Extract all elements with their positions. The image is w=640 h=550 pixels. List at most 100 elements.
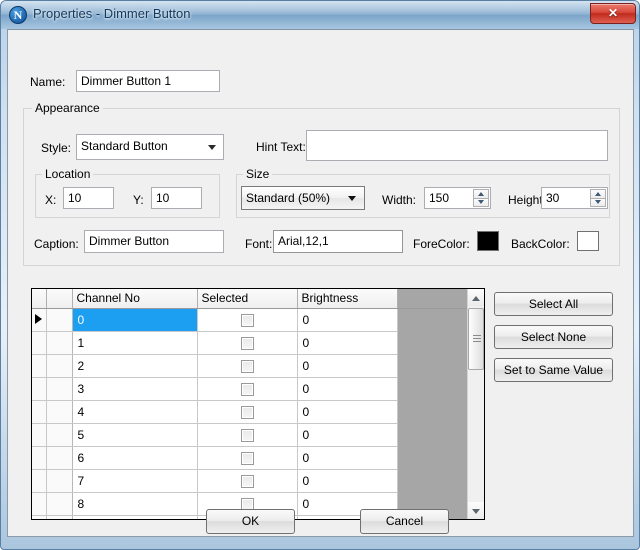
cell-channel-no[interactable]: 5 bbox=[72, 423, 198, 447]
column-header-selected[interactable]: Selected bbox=[197, 289, 298, 309]
set-to-same-value-button[interactable]: Set to Same Value bbox=[494, 358, 613, 382]
row-selector-cell[interactable] bbox=[46, 354, 73, 378]
hint-text-input[interactable] bbox=[306, 130, 608, 161]
cell-selected-checkbox[interactable] bbox=[197, 308, 298, 332]
font-label: Font: bbox=[245, 237, 273, 251]
cell-channel-no[interactable]: 7 bbox=[72, 469, 198, 493]
checkbox-unchecked-icon[interactable] bbox=[240, 474, 254, 488]
row-marker-cell[interactable] bbox=[32, 377, 47, 401]
row-marker-cell[interactable] bbox=[32, 308, 47, 332]
cell-selected-checkbox[interactable] bbox=[197, 354, 298, 378]
location-x-input[interactable]: 10 bbox=[63, 187, 114, 209]
channel-data-grid[interactable]: Channel No Selected Brightness 001020304… bbox=[31, 288, 485, 520]
cell-selected-checkbox[interactable] bbox=[197, 400, 298, 424]
row-marker-cell[interactable] bbox=[32, 515, 47, 519]
cell-brightness[interactable]: 0 bbox=[297, 354, 398, 378]
width-decrement-button[interactable] bbox=[473, 197, 489, 207]
width-increment-button[interactable] bbox=[473, 189, 489, 198]
cell-selected-checkbox[interactable] bbox=[197, 469, 298, 493]
name-label: Name: bbox=[30, 75, 66, 89]
cell-channel-no[interactable]: 6 bbox=[72, 446, 198, 470]
cell-brightness[interactable]: 0 bbox=[297, 308, 398, 332]
cell-channel-no[interactable]: 0 bbox=[72, 308, 198, 332]
cell-channel-no[interactable]: 4 bbox=[72, 400, 198, 424]
column-header-channel-no[interactable]: Channel No bbox=[72, 289, 198, 309]
column-header-brightness[interactable]: Brightness bbox=[297, 289, 398, 309]
cancel-button[interactable]: Cancel bbox=[360, 509, 449, 534]
row-selector-cell[interactable] bbox=[46, 331, 73, 355]
checkbox-unchecked-icon[interactable] bbox=[240, 313, 254, 327]
font-input[interactable]: Arial,12,1 bbox=[273, 230, 403, 253]
data-grid-vertical-scrollbar[interactable] bbox=[467, 289, 484, 519]
size-preset-combobox[interactable]: Standard (50%) bbox=[241, 186, 365, 210]
row-selector-cell[interactable] bbox=[46, 492, 73, 516]
chevron-down-icon bbox=[208, 145, 216, 150]
cell-selected-checkbox[interactable] bbox=[197, 331, 298, 355]
row-selector-cell[interactable] bbox=[46, 400, 73, 424]
cell-brightness[interactable]: 0 bbox=[297, 469, 398, 493]
style-combobox[interactable]: Standard Button bbox=[76, 134, 224, 160]
cell-selected-checkbox[interactable] bbox=[197, 446, 298, 470]
title-bar[interactable]: N Properties - Dimmer Button ✕ bbox=[1, 1, 639, 29]
table-row[interactable]: 00 bbox=[32, 308, 469, 332]
caption-input[interactable]: Dimmer Button bbox=[84, 230, 224, 253]
cell-channel-no[interactable]: 8 bbox=[72, 492, 198, 516]
scroll-down-button[interactable] bbox=[468, 502, 484, 519]
checkbox-unchecked-icon[interactable] bbox=[240, 382, 254, 396]
row-selector-cell[interactable] bbox=[46, 377, 73, 401]
table-row[interactable]: 50 bbox=[32, 423, 469, 447]
forecolor-swatch[interactable] bbox=[477, 231, 499, 251]
checkbox-unchecked-icon[interactable] bbox=[240, 359, 254, 373]
ok-button[interactable]: OK bbox=[206, 509, 295, 534]
cell-brightness[interactable]: 0 bbox=[297, 423, 398, 447]
row-selector-cell[interactable] bbox=[46, 515, 73, 519]
cell-channel-no[interactable]: 1 bbox=[72, 331, 198, 355]
row-selector-cell[interactable] bbox=[46, 469, 73, 493]
checkbox-unchecked-icon[interactable] bbox=[240, 451, 254, 465]
row-selector-cell[interactable] bbox=[46, 446, 73, 470]
row-marker-cell[interactable] bbox=[32, 446, 47, 470]
height-decrement-button[interactable] bbox=[590, 197, 606, 207]
width-stepper[interactable]: 150 bbox=[424, 187, 491, 209]
height-increment-button[interactable] bbox=[590, 189, 606, 198]
cell-selected-checkbox[interactable] bbox=[197, 423, 298, 447]
row-selector-cell[interactable] bbox=[46, 308, 73, 332]
app-logo-letter: N bbox=[9, 6, 27, 24]
checkbox-unchecked-icon[interactable] bbox=[240, 428, 254, 442]
scrollbar-thumb[interactable] bbox=[468, 308, 484, 370]
checkbox-unchecked-icon[interactable] bbox=[240, 336, 254, 350]
cell-channel-no[interactable]: 9 bbox=[72, 515, 198, 519]
row-marker-cell[interactable] bbox=[32, 354, 47, 378]
table-row[interactable]: 40 bbox=[32, 400, 469, 424]
select-all-button[interactable]: Select All bbox=[494, 292, 613, 316]
cell-brightness[interactable]: 0 bbox=[297, 377, 398, 401]
row-marker-cell[interactable] bbox=[32, 331, 47, 355]
select-none-button[interactable]: Select None bbox=[494, 325, 613, 349]
backcolor-swatch[interactable] bbox=[577, 231, 599, 251]
cell-selected-checkbox[interactable] bbox=[197, 377, 298, 401]
cell-brightness[interactable]: 0 bbox=[297, 446, 398, 470]
row-selector-cell[interactable] bbox=[46, 423, 73, 447]
cell-brightness[interactable]: 0 bbox=[297, 331, 398, 355]
cell-channel-no[interactable]: 3 bbox=[72, 377, 198, 401]
table-row[interactable]: 60 bbox=[32, 446, 469, 470]
height-stepper-buttons[interactable] bbox=[590, 189, 606, 207]
row-marker-cell[interactable] bbox=[32, 469, 47, 493]
table-row[interactable]: 10 bbox=[32, 331, 469, 355]
cell-brightness[interactable]: 0 bbox=[297, 400, 398, 424]
name-input[interactable]: Dimmer Button 1 bbox=[76, 70, 220, 92]
close-icon[interactable]: ✕ bbox=[590, 3, 636, 24]
row-marker-cell[interactable] bbox=[32, 492, 47, 516]
table-row[interactable]: 70 bbox=[32, 469, 469, 493]
scroll-up-button[interactable] bbox=[468, 289, 484, 306]
row-marker-cell[interactable] bbox=[32, 400, 47, 424]
table-row[interactable]: 20 bbox=[32, 354, 469, 378]
table-row[interactable]: 30 bbox=[32, 377, 469, 401]
width-stepper-buttons[interactable] bbox=[473, 189, 489, 207]
cell-channel-no[interactable]: 2 bbox=[72, 354, 198, 378]
checkbox-unchecked-icon[interactable] bbox=[240, 405, 254, 419]
row-selector-header bbox=[46, 289, 73, 309]
row-marker-cell[interactable] bbox=[32, 423, 47, 447]
height-stepper[interactable]: 30 bbox=[541, 187, 608, 209]
location-y-input[interactable]: 10 bbox=[151, 187, 202, 209]
